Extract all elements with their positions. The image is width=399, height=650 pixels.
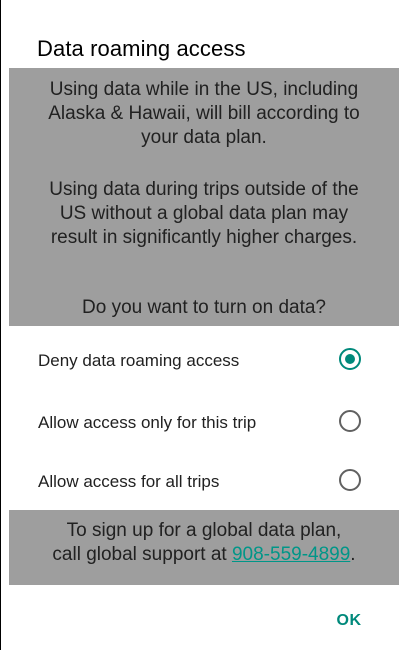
message-line: your data plan. bbox=[141, 127, 267, 148]
message-line: Using data during trips outside of the bbox=[49, 179, 359, 200]
message-line: Alaska & Hawaii, will bill according to bbox=[48, 103, 360, 124]
dialog-message: Using data while in the US, including Al… bbox=[9, 68, 399, 326]
notice-line-suffix: . bbox=[350, 544, 356, 565]
option-allow-all-trips[interactable]: Allow access for all trips bbox=[9, 451, 399, 513]
radio-unchecked-icon[interactable] bbox=[339, 469, 361, 491]
option-label: Deny data roaming access bbox=[38, 351, 240, 370]
option-allow-this-trip[interactable]: Allow access only for this trip bbox=[9, 392, 399, 454]
message-paragraph-international: Using data during trips outside of the U… bbox=[9, 178, 399, 250]
message-question: Do you want to turn on data? bbox=[82, 297, 326, 318]
notice-line: To sign up for a global data plan, bbox=[66, 520, 342, 541]
window-edge bbox=[0, 0, 1, 650]
message-line: US without a global data plan may bbox=[59, 203, 349, 224]
radio-checked-icon[interactable] bbox=[339, 348, 361, 370]
radio-unchecked-icon[interactable] bbox=[339, 410, 361, 432]
option-label: Allow access only for this trip bbox=[38, 413, 257, 432]
message-paragraph-domestic: Using data while in the US, including Al… bbox=[9, 78, 399, 150]
data-roaming-dialog: Data roaming access Using data while in … bbox=[9, 0, 399, 650]
option-deny-roaming[interactable]: Deny data roaming access bbox=[9, 330, 399, 392]
notice-text: To sign up for a global data plan, call … bbox=[9, 519, 399, 567]
message-line: Using data while in the US, including bbox=[49, 79, 359, 100]
option-label: Allow access for all trips bbox=[38, 472, 220, 491]
message-line: result in significantly higher charges. bbox=[50, 227, 358, 248]
notice-line-prefix: call global support at bbox=[52, 544, 232, 565]
ok-button[interactable]: OK bbox=[323, 604, 375, 638]
global-plan-notice: To sign up for a global data plan, call … bbox=[9, 510, 399, 585]
support-phone-link[interactable]: 908-559-4899 bbox=[232, 544, 350, 565]
dialog-title: Data roaming access bbox=[37, 36, 246, 61]
